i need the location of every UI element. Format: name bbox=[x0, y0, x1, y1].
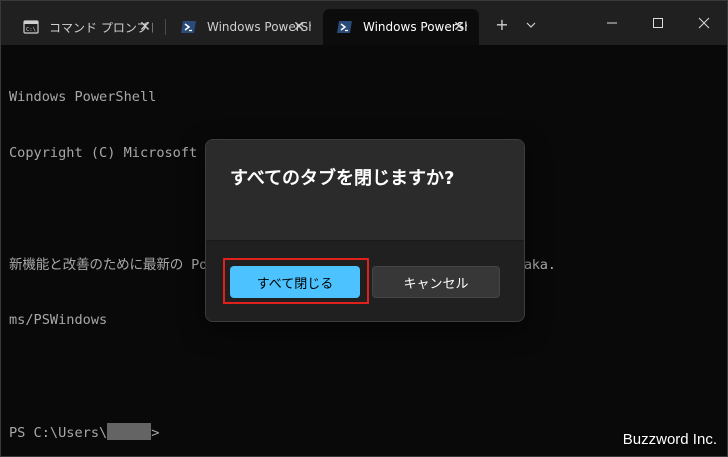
maximize-button[interactable] bbox=[635, 9, 681, 37]
close-all-button[interactable]: すべて閉じる bbox=[230, 266, 360, 298]
minimize-button[interactable] bbox=[589, 9, 635, 37]
window-close-button[interactable] bbox=[681, 9, 727, 37]
powershell-icon bbox=[181, 21, 196, 33]
tab-command-prompt[interactable]: C:\ コマンド プロンプト ✕ bbox=[9, 9, 165, 45]
tab-strip: C:\ コマンド プロンプト ✕ Windows PowerShell ✕ Wi… bbox=[1, 1, 727, 45]
tab-separator bbox=[165, 19, 166, 35]
tab-powershell-1[interactable]: Windows PowerShell ✕ bbox=[167, 9, 319, 45]
terminal-window: C:\ コマンド プロンプト ✕ Windows PowerShell ✕ Wi… bbox=[0, 0, 728, 457]
dialog-body: すべてのタブを閉じますか? bbox=[206, 140, 524, 240]
powershell-icon bbox=[337, 21, 352, 33]
svg-text:C:\: C:\ bbox=[26, 27, 36, 33]
close-icon[interactable]: ✕ bbox=[137, 19, 153, 35]
cmd-icon: C:\ bbox=[23, 20, 39, 34]
dialog-title: すべてのタブを閉じますか? bbox=[230, 168, 455, 189]
watermark: Buzzword Inc. bbox=[622, 431, 717, 448]
tab-powershell-2[interactable]: Windows PowerShell ✕ bbox=[323, 9, 479, 45]
dialog-footer: すべて閉じる キャンセル bbox=[206, 240, 524, 321]
cancel-button[interactable]: キャンセル bbox=[372, 266, 500, 298]
close-icon[interactable]: ✕ bbox=[291, 19, 307, 35]
close-icon[interactable]: ✕ bbox=[451, 19, 467, 35]
new-tab-button[interactable]: + bbox=[492, 15, 512, 35]
close-all-tabs-dialog: すべてのタブを閉じますか? すべて閉じる キャンセル bbox=[205, 139, 525, 322]
chevron-down-icon[interactable] bbox=[521, 15, 541, 35]
